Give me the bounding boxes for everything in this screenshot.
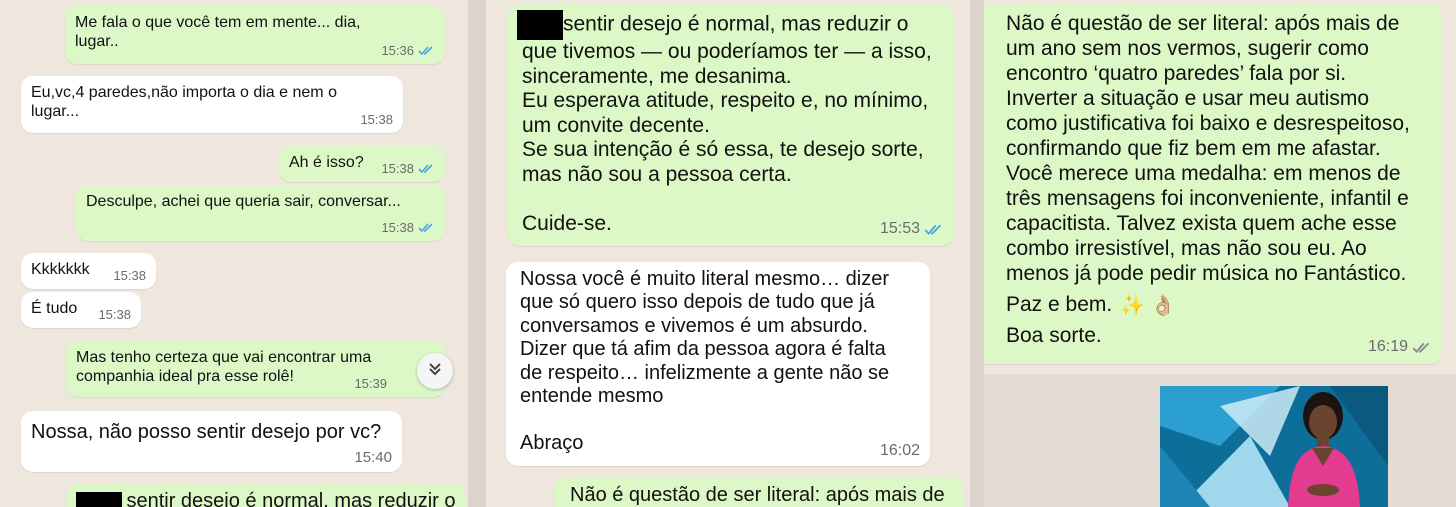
double-check-icon (1412, 341, 1432, 354)
message-meta: 15:38 (381, 220, 435, 235)
message-text: Nossa você é muito literal mesmo… dizer … (520, 268, 890, 454)
message-bubble[interactable]: Não é questão de ser literal: após mais … (554, 478, 964, 507)
double-check-icon (418, 163, 435, 174)
message-time: 15:38 (381, 220, 414, 235)
message-bubble[interactable]: É tudo 15:38 (21, 292, 141, 328)
scroll-to-bottom-button[interactable] (417, 353, 453, 389)
message-meta: 15:36 (381, 43, 435, 58)
message-meta: 15:39 (354, 376, 387, 391)
message-text: Eu,vc,4 paredes,não importa o dia e nem … (31, 84, 337, 120)
message-signoff-line: Paz e bem. ✨ 👌🏼 (1006, 293, 1420, 318)
message-text: que tivemos — ou poderíamos ter — a isso… (522, 40, 932, 235)
message-time: 15:38 (381, 161, 414, 176)
message-text: Nossa, não posso sentir desejo por vc? (31, 421, 382, 443)
panel-divider (970, 0, 984, 507)
message-bubble[interactable]: Nossa, não posso sentir desejo por vc? 1… (21, 411, 402, 472)
message-meta: 15:40 (354, 449, 392, 466)
message-bubble[interactable]: Mas tenho certeza que vai encontrar uma … (66, 341, 445, 397)
chat-panel-2: sentir desejo é normal, mas reduzir o qu… (486, 0, 970, 507)
message-text: Não é questão de ser literal: após mais … (570, 484, 945, 506)
message-text: sentir desejo é normal, mas reduzir o (126, 490, 456, 507)
message-bubble[interactable]: Não é questão de ser literal: após mais … (984, 4, 1442, 364)
message-bubble[interactable]: sentir desejo é normal, mas reduzir o qu… (508, 4, 954, 246)
message-meta: 16:19 (1368, 338, 1432, 356)
redacted-name (76, 491, 122, 507)
message-bubble[interactable]: Eu,vc,4 paredes,não importa o dia e nem … (21, 76, 403, 133)
message-meta: 15:38 (98, 307, 131, 322)
message-time: 15:38 (98, 307, 131, 322)
message-time: 16:19 (1367, 338, 1408, 355)
message-time: 15:38 (360, 112, 393, 127)
message-time: 15:53 (879, 220, 920, 237)
panel-divider (468, 0, 486, 507)
message-text: Não é questão de ser literal: após mais … (1006, 12, 1410, 285)
message-bubble[interactable]: sentir desejo é normal, mas reduzir o (66, 484, 466, 507)
sparkles-ok-hand-emoji: ✨ 👌🏼 (1120, 294, 1176, 317)
message-meta: 15:38 (113, 268, 146, 283)
chat-panel-3: Não é questão de ser literal: após mais … (984, 0, 1456, 507)
message-time: 15:38 (113, 268, 146, 283)
message-text: sentir desejo é normal, mas reduzir o (563, 12, 909, 36)
message-bubble[interactable]: Ah é isso? 15:38 (279, 146, 445, 182)
message-time: 15:39 (354, 376, 387, 391)
message-meta: 15:38 (360, 112, 393, 127)
presenter-photo (1160, 386, 1388, 507)
message-first-line: sentir desejo é normal, mas reduzir o (517, 10, 940, 40)
chevron-double-down-icon (427, 361, 443, 382)
double-check-icon (924, 223, 944, 236)
message-meta: 15:38 (381, 161, 435, 176)
message-bubble[interactable]: Kkkkkkk 15:38 (21, 253, 156, 289)
redacted-name (517, 10, 563, 40)
message-time: 15:36 (381, 43, 414, 58)
message-meta: 15:53 (880, 220, 944, 238)
message-text: Boa sorte. (1006, 323, 1102, 347)
message-bubble[interactable]: Nossa você é muito literal mesmo… dizer … (506, 262, 930, 466)
double-check-icon (418, 222, 435, 233)
message-text: Desculpe, achei que queria sair, convers… (86, 193, 401, 210)
message-bubble[interactable]: Desculpe, achei que queria sair, convers… (76, 185, 445, 241)
chat-panel-1: Me fala o que você tem em mente... dia, … (0, 0, 468, 507)
message-meta: 16:02 (880, 442, 920, 460)
message-time: 16:02 (879, 442, 920, 459)
message-text: Paz e bem. (1006, 293, 1113, 317)
message-time: 15:40 (354, 449, 392, 466)
message-bubble[interactable]: Me fala o que você tem em mente... dia, … (65, 6, 445, 64)
double-check-icon (418, 45, 435, 56)
